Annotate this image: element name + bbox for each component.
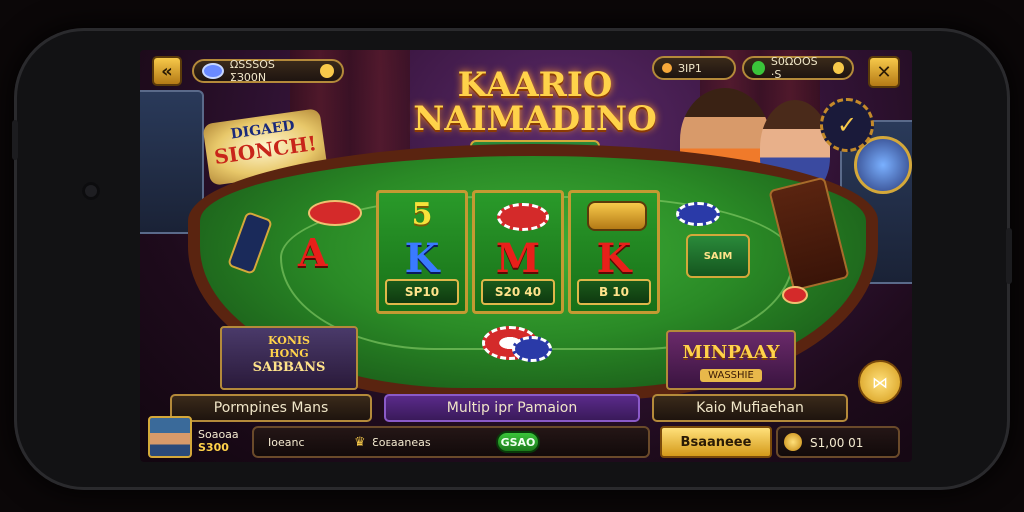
coin-icon bbox=[320, 64, 334, 78]
back-button[interactable]: « bbox=[152, 56, 182, 86]
camera-icon bbox=[82, 182, 100, 200]
player-info: Soaoaa S300 bbox=[198, 428, 239, 454]
footer-left-text: Ioeanc bbox=[268, 436, 305, 449]
coins-pill[interactable]: S0ΩOOS ·S bbox=[742, 55, 854, 81]
tab-left-label: Pormpines Mans bbox=[213, 400, 329, 416]
player-avatar[interactable] bbox=[148, 416, 192, 458]
promo-card-line-2: HONG bbox=[269, 347, 309, 360]
coin-total-value: S1,00 01 bbox=[810, 436, 864, 450]
reel-2-bet[interactable]: S20 40 bbox=[481, 279, 555, 305]
promo-card-right[interactable]: MINPAAY WASSHIE bbox=[666, 330, 796, 390]
tab-right-label: Kaio Mufiaehan bbox=[696, 400, 804, 416]
chip-stack-icon bbox=[497, 203, 549, 231]
coin-icon bbox=[832, 62, 844, 74]
bottom-bar-left: Ioeanc ♛ Ɛoᴇaaneas GSAO bbox=[252, 426, 650, 458]
green-button-label: GSAO bbox=[500, 435, 536, 449]
spin-button[interactable]: ⋈ bbox=[858, 360, 902, 404]
power-button bbox=[1006, 228, 1012, 284]
player-name: Soaoaa bbox=[198, 428, 239, 441]
logo-line-1: KAARIO bbox=[457, 65, 613, 105]
reel-3-bet[interactable]: B 10 bbox=[577, 279, 651, 305]
checkmark-icon: ✓ bbox=[836, 111, 858, 139]
reel-1-bet[interactable]: SP10 bbox=[385, 279, 459, 305]
reel-3-symbol: K bbox=[596, 235, 632, 282]
reel-2-symbol: M bbox=[495, 235, 541, 282]
tab-center[interactable]: Multip ipr Pamaion bbox=[384, 394, 640, 422]
coin-icon bbox=[784, 433, 802, 451]
level-value: ЗIP1 bbox=[678, 61, 702, 75]
checkmark-badge[interactable]: ✓ bbox=[820, 98, 874, 152]
reel-1-symbol: K bbox=[404, 235, 440, 282]
balance-pill[interactable]: ΩSSSOS ƩЗ00N bbox=[192, 58, 344, 84]
back-chevron-icon: « bbox=[161, 60, 173, 82]
gem-icon bbox=[202, 63, 224, 79]
level-pill[interactable]: ЗIP1 bbox=[652, 56, 736, 80]
promo-card-line-1: KONIS bbox=[268, 334, 310, 347]
reel-1-top-symbol: 5 bbox=[411, 197, 433, 232]
promo-card-line-3: SABBANS bbox=[252, 360, 326, 375]
plus-icon bbox=[752, 61, 765, 75]
yellow-button-label: Bsaaneee bbox=[680, 434, 752, 450]
reel-2[interactable]: M S20 40 bbox=[472, 190, 564, 314]
volume-button bbox=[12, 120, 18, 160]
chip-small-red bbox=[782, 286, 808, 304]
tab-left[interactable]: Pormpines Mans bbox=[170, 394, 372, 422]
trophy-icon: ♛ bbox=[354, 435, 366, 450]
logo-line-2: NAIMADINO bbox=[413, 99, 657, 139]
bonus-sign-text: SAIM bbox=[703, 250, 733, 262]
yellow-button[interactable]: Bsaaneee bbox=[660, 426, 772, 458]
close-button[interactable]: ✕ bbox=[868, 56, 900, 88]
reel-3[interactable]: K B 10 bbox=[568, 190, 660, 314]
game-screen: « ΩSSSOS ƩЗ00N ЗIP1 S0ΩOOS ·S ✕ KAARIO N… bbox=[140, 50, 912, 462]
card-letter-a: A bbox=[298, 230, 328, 275]
bowtie-icon: ⋈ bbox=[872, 372, 888, 392]
footer-middle-text: Ɛoᴇaaneas bbox=[372, 436, 431, 449]
coin-total-bar[interactable]: S1,00 01 bbox=[776, 426, 900, 458]
close-icon: ✕ bbox=[876, 61, 892, 83]
promo-card-right-line-1: MINPAAY bbox=[682, 342, 780, 363]
balance-value: ΩSSSOS ƩЗ00N bbox=[229, 58, 275, 84]
treasure-icon bbox=[587, 201, 647, 231]
coins-value: S0ΩOOS ·S bbox=[770, 55, 818, 81]
promo-card-right-line-2: WASSHIE bbox=[700, 369, 762, 382]
reel-1[interactable]: 5 K SP10 bbox=[376, 190, 468, 314]
chip-pile-blue bbox=[512, 336, 552, 362]
bonus-sign[interactable]: SAIM bbox=[686, 234, 750, 278]
chip-blue bbox=[676, 202, 720, 226]
green-button[interactable]: GSAO bbox=[496, 431, 540, 453]
star-icon bbox=[662, 63, 672, 73]
tab-right[interactable]: Kaio Mufiaehan bbox=[652, 394, 848, 422]
chip-red bbox=[308, 200, 362, 226]
player-coins: S300 bbox=[198, 441, 229, 454]
tab-center-label: Multip ipr Pamaion bbox=[446, 400, 578, 416]
promo-card-left[interactable]: KONIS HONG SABBANS bbox=[220, 326, 358, 390]
